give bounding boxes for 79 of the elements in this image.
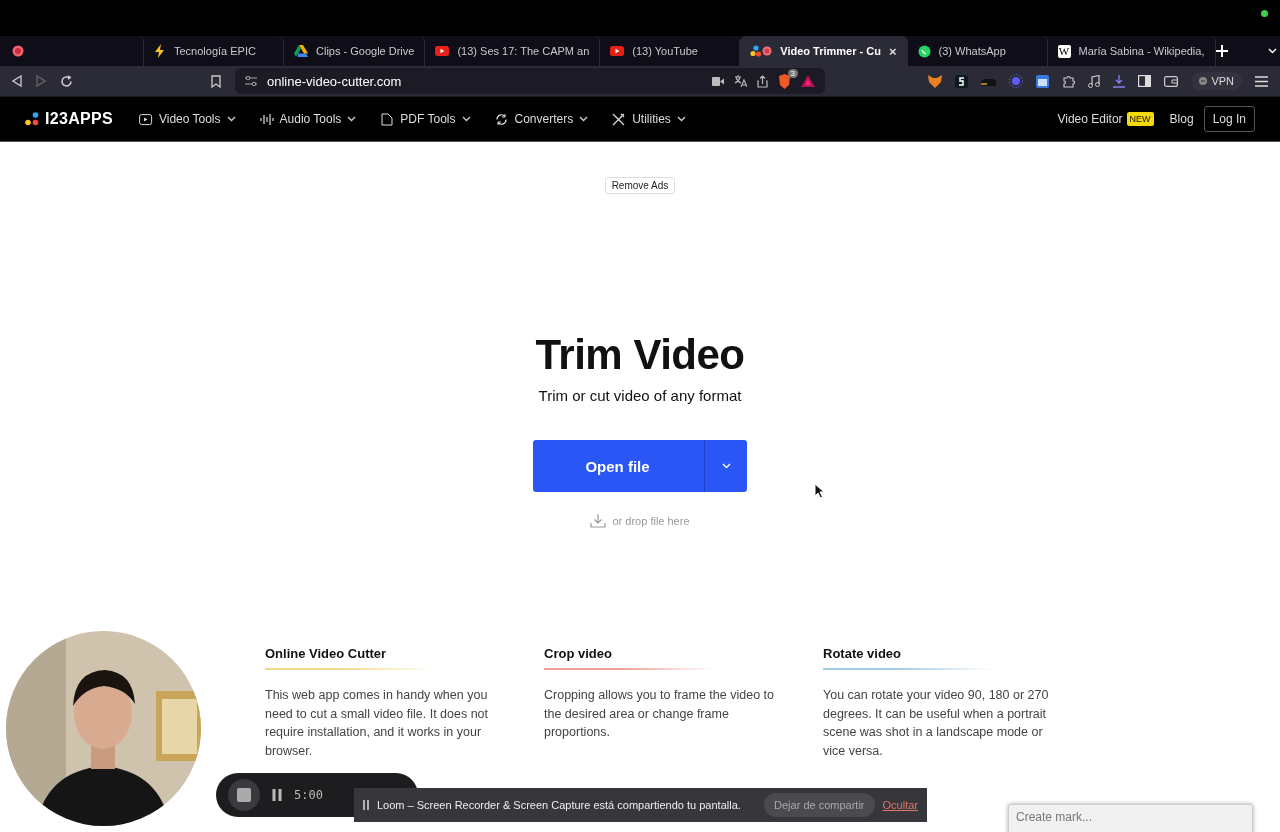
tune-icon[interactable] — [245, 76, 257, 86]
drive-icon[interactable] — [294, 45, 308, 57]
pause-icon[interactable] — [272, 789, 282, 801]
close-icon[interactable]: × — [888, 43, 897, 59]
reload-icon[interactable] — [60, 74, 73, 88]
dots-icon[interactable] — [25, 112, 39, 126]
camera-icon[interactable] — [712, 76, 724, 86]
feature-description: This web app comes in handy when you need to cut a small video file. It does not require installation, and it works in your browser. — [265, 687, 490, 760]
menu-icon[interactable] — [1255, 75, 1268, 87]
page-title: Trim Video — [535, 331, 745, 379]
play-icon[interactable] — [435, 46, 450, 56]
site-logo[interactable]: I23APPS — [45, 110, 113, 128]
login-button[interactable]: Log In — [1203, 106, 1255, 132]
feature-description: Cropping allows you to frame the video to the desired area or change frame proportions. — [544, 687, 775, 741]
sidebar-icon[interactable] — [1138, 75, 1152, 87]
cursor-icon — [814, 483, 825, 499]
chevron-down-icon — [461, 116, 471, 122]
stop-icon — [237, 788, 251, 802]
pause-icon[interactable] — [363, 800, 369, 810]
minus-circle-icon — [1199, 77, 1208, 85]
record-icon[interactable] — [12, 45, 24, 57]
nav-link[interactable]: Video Editor — [1057, 112, 1123, 126]
download-icon[interactable] — [1113, 74, 1126, 88]
mark-input-field[interactable]: Create mark... — [1008, 804, 1253, 832]
convert-icon — [494, 112, 509, 126]
page-subtitle: Trim or cut video of any format — [538, 387, 742, 404]
hide-link[interactable]: Ocultar — [882, 799, 918, 811]
wallet-icon[interactable] — [1164, 75, 1179, 87]
chevron-down-icon — [579, 116, 589, 122]
chat-icon[interactable] — [917, 44, 931, 58]
puzzle-icon[interactable] — [1062, 74, 1076, 88]
waveform-icon — [259, 112, 274, 126]
triangle-icon[interactable] — [801, 75, 815, 87]
download-icon[interactable] — [590, 514, 607, 528]
plus-icon[interactable] — [1215, 45, 1228, 57]
browser-tab[interactable]: Video Trimmer - Cu × — [740, 36, 908, 66]
drop-hint: or drop file here — [612, 515, 690, 527]
count-badge: 3 — [787, 68, 798, 78]
remove-ads-button[interactable]: Remove Ads — [604, 177, 676, 194]
feature-title: Rotate video — [823, 646, 902, 661]
nav-menu[interactable]: Audio Tools — [259, 112, 357, 126]
stop-sharing-button[interactable]: Dejar de compartir — [764, 793, 875, 817]
calendar-icon[interactable] — [1036, 74, 1050, 88]
chevron-down-icon — [676, 116, 686, 122]
chevron-down-icon — [347, 116, 357, 122]
chevron-down-icon — [1267, 48, 1277, 54]
lightning-icon[interactable] — [154, 44, 166, 58]
translate-icon[interactable] — [734, 75, 747, 87]
play-icon[interactable] — [610, 46, 625, 56]
s-logo-icon[interactable] — [955, 74, 969, 88]
nav-menu[interactable]: Utilities — [612, 112, 686, 126]
music-icon[interactable] — [1088, 74, 1101, 88]
vpn-button[interactable]: VPN — [1191, 72, 1242, 90]
play-icon — [138, 112, 153, 126]
chevron-down-icon — [226, 116, 236, 122]
nav-menu[interactable]: Converters — [494, 112, 589, 126]
back-icon[interactable] — [12, 75, 22, 87]
document-icon — [380, 112, 395, 126]
feature-description: You can rotate your video 90, 180 or 270 degrees. It can be useful when a portrait scene was shot in a landscape mode or vice versa. — [823, 687, 1050, 760]
new-badge: NEW — [1126, 112, 1154, 126]
sun-icon[interactable] — [1009, 74, 1024, 88]
stop-button[interactable] — [228, 779, 260, 811]
feature-title: Online Video Cutter — [265, 646, 388, 661]
bookmark-icon[interactable] — [211, 74, 221, 88]
chevron-down-icon — [721, 463, 731, 469]
address-bar[interactable]: online-video-cutter.com 3 — [235, 68, 825, 94]
feature-title: Crop video — [544, 646, 613, 661]
wiki-icon: W — [1057, 44, 1071, 58]
nav-menu[interactable]: Video Tools — [138, 112, 236, 126]
nav-link[interactable]: Blog — [1169, 112, 1194, 126]
dots-icon[interactable] — [750, 45, 773, 57]
nav-menu[interactable]: PDF Tools — [380, 112, 471, 126]
share-message: Loom – Screen Recorder & Screen Capture está compartiendo tu pantalla. — [377, 799, 741, 811]
status-dot — [1261, 10, 1268, 17]
open-file-button[interactable]: Open file — [533, 440, 704, 492]
tools-icon — [612, 112, 627, 126]
timer: 5:00 — [294, 788, 323, 802]
share-icon[interactable] — [757, 74, 768, 88]
fox-icon[interactable] — [928, 74, 943, 88]
